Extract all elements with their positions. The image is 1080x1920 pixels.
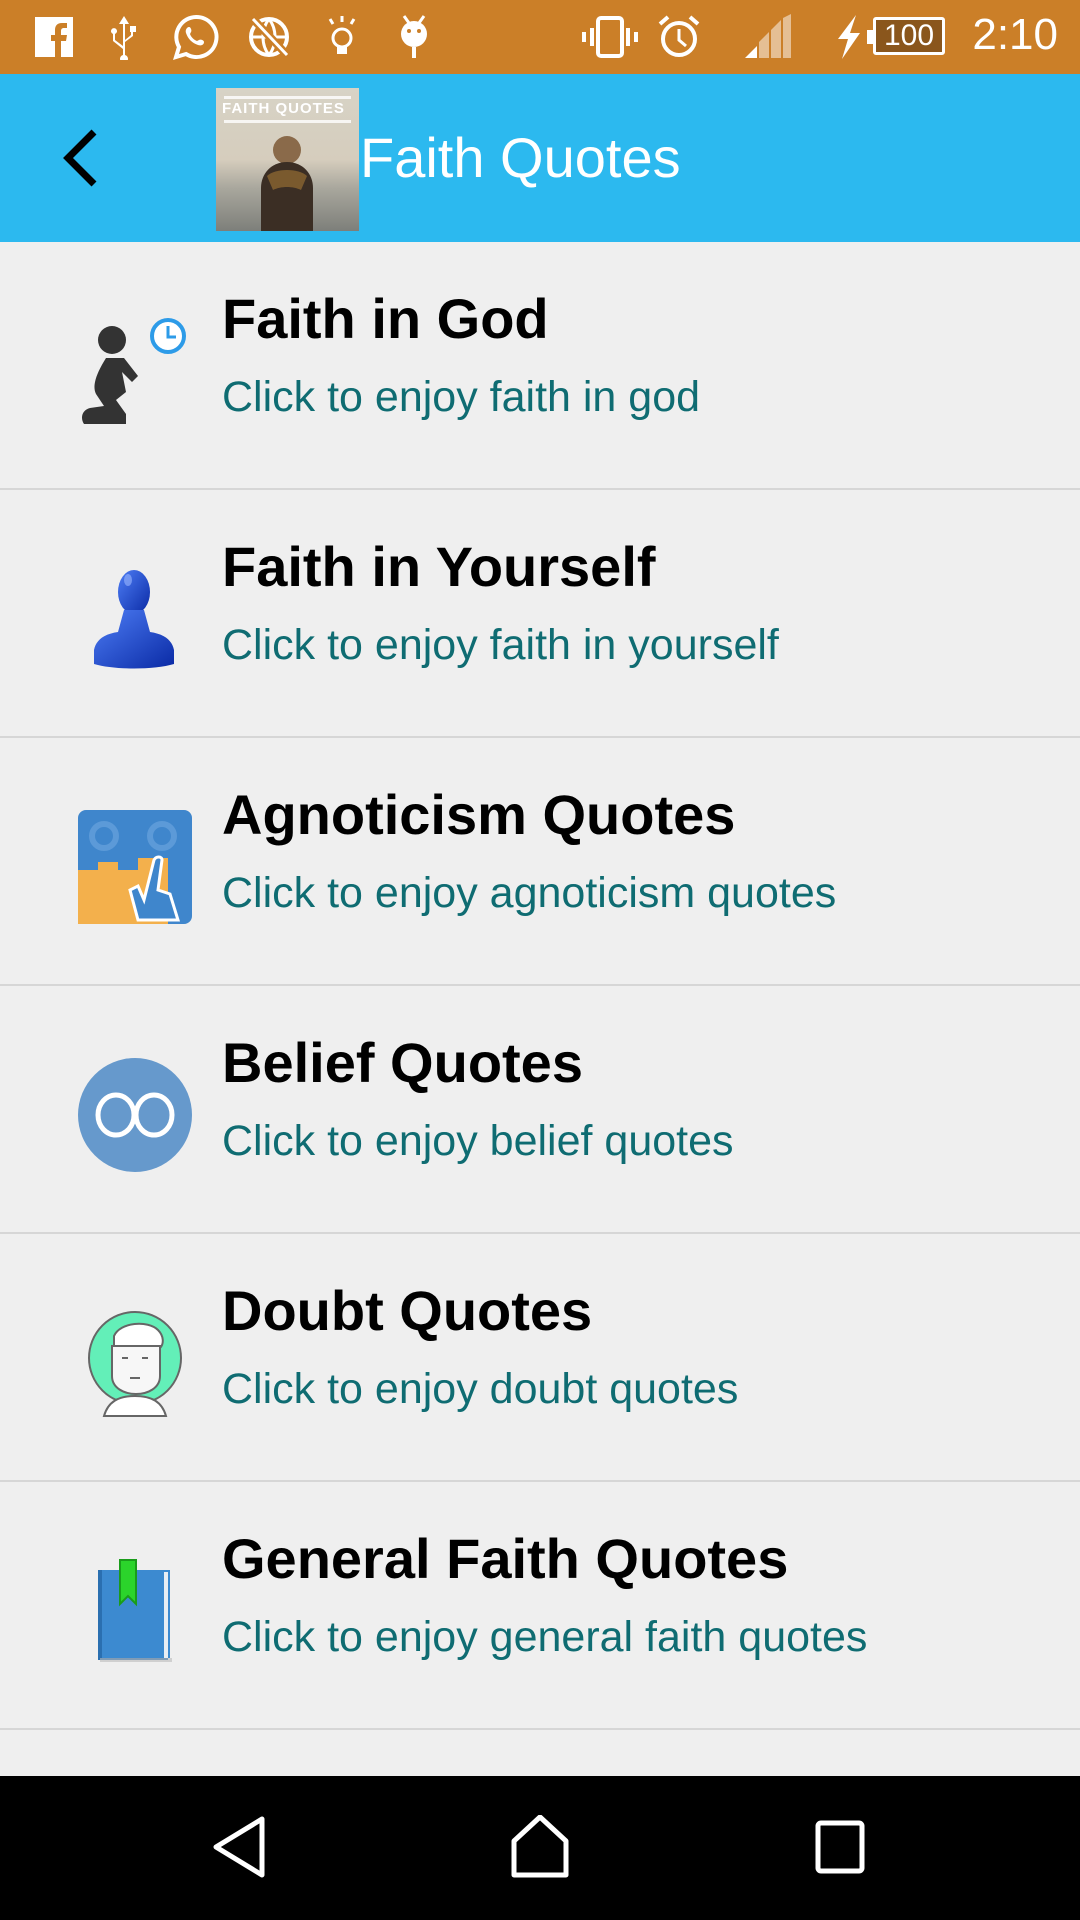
list-item-agnoticism-quotes[interactable]: Agnoticism Quotes Click to enjoy agnotic… <box>0 738 1080 986</box>
item-title: Faith in God <box>222 287 549 350</box>
list-item-general-faith-quotes[interactable]: General Faith Quotes Click to enjoy gene… <box>0 1482 1080 1730</box>
usb-icon <box>106 14 142 60</box>
android-debug-icon <box>394 14 434 60</box>
book-bookmark-icon <box>76 1552 194 1670</box>
alarm-icon <box>656 14 702 60</box>
doubtful-face-icon <box>76 1304 194 1422</box>
infinity-icon <box>76 1056 194 1174</box>
home-icon <box>511 1815 569 1878</box>
item-subtitle: Click to enjoy doubt quotes <box>222 1365 739 1413</box>
praying-person-icon <box>76 312 194 430</box>
item-subtitle: Click to enjoy faith in yourself <box>222 621 779 669</box>
lightbulb-icon <box>322 14 362 60</box>
app-title: Faith Quotes <box>360 126 681 189</box>
square-recents-icon <box>815 1820 865 1874</box>
list-item-faith-in-yourself[interactable]: Faith in Yourself Click to enjoy faith i… <box>0 490 1080 738</box>
no-network-icon <box>246 14 292 60</box>
chevron-left-icon <box>63 129 97 187</box>
item-subtitle: Click to enjoy faith in god <box>222 373 701 421</box>
nav-recents-button[interactable] <box>800 1812 880 1882</box>
puzzle-hand-icon <box>76 808 194 926</box>
triangle-back-icon <box>213 1816 265 1878</box>
person-bust-icon <box>76 560 194 678</box>
app-logo: FAITH QUOTES <box>216 88 359 231</box>
facebook-icon <box>34 14 74 60</box>
battery-level: 100 <box>883 19 935 52</box>
item-title: General Faith Quotes <box>222 1527 789 1590</box>
list-item-belief-quotes[interactable]: Belief Quotes Click to enjoy belief quot… <box>0 986 1080 1234</box>
list-item-faith-in-god[interactable]: Faith in God Click to enjoy faith in god <box>0 242 1080 490</box>
item-subtitle: Click to enjoy general faith quotes <box>222 1613 868 1661</box>
back-button[interactable] <box>50 118 130 198</box>
system-nav-bar <box>0 1776 1080 1920</box>
nav-home-button[interactable] <box>500 1812 580 1882</box>
list-item-doubt-quotes[interactable]: Doubt Quotes Click to enjoy doubt quotes <box>0 1234 1080 1482</box>
signal-icon <box>744 14 794 60</box>
charging-icon <box>834 14 864 60</box>
nav-back-button[interactable] <box>200 1812 280 1882</box>
category-list: Faith in God Click to enjoy faith in god… <box>0 242 1080 1730</box>
vibrate-icon <box>582 14 638 60</box>
item-subtitle: Click to enjoy agnoticism quotes <box>222 869 837 917</box>
item-title: Faith in Yourself <box>222 535 656 598</box>
clock: 2:10 <box>972 10 1058 59</box>
status-bar: 100 2:10 <box>0 0 1080 74</box>
item-subtitle: Click to enjoy belief quotes <box>222 1117 734 1165</box>
app-logo-text: FAITH QUOTES <box>222 100 345 117</box>
person-silhouette-icon <box>261 136 313 231</box>
item-title: Belief Quotes <box>222 1031 583 1094</box>
item-title: Agnoticism Quotes <box>222 783 736 846</box>
battery-icon: 100 <box>867 17 945 55</box>
item-title: Doubt Quotes <box>222 1279 593 1342</box>
app-bar: FAITH QUOTES Faith Quotes <box>0 74 1080 242</box>
whatsapp-icon <box>172 14 220 60</box>
